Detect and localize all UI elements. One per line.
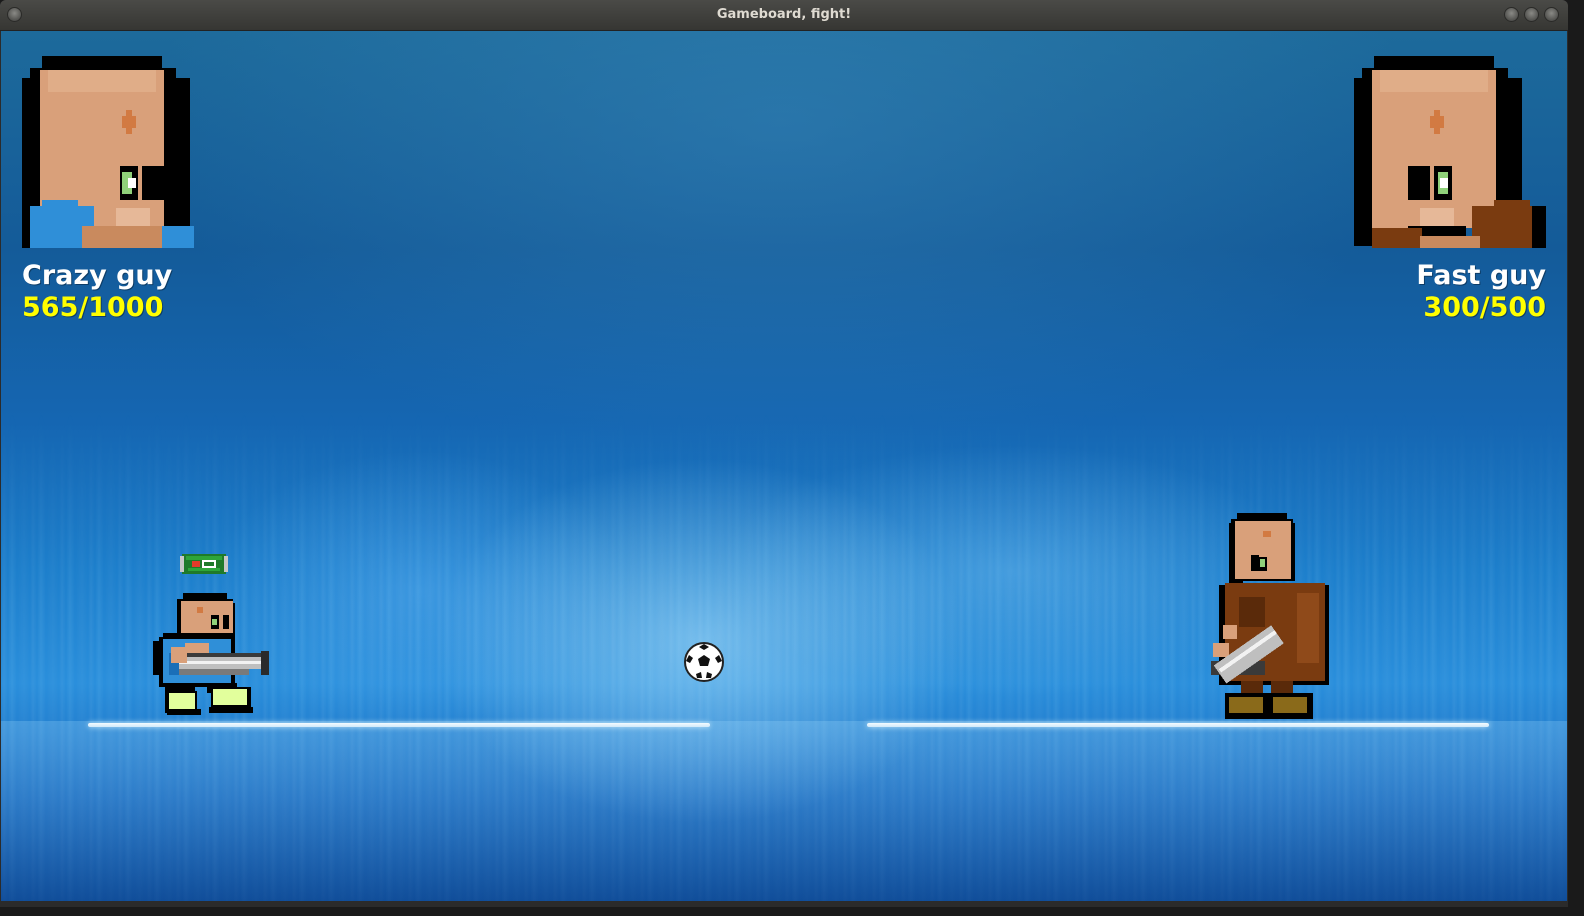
game-window: Gameboard, fight! Crazy guy 565/1000 Fas… [0,0,1568,907]
player2-name: Fast guy [1416,260,1546,291]
player1-character [153,593,269,715]
player1-portrait [22,56,194,248]
soda-can-icon [180,554,228,574]
game-board: Crazy guy 565/1000 Fast guy 300/500 [1,31,1567,901]
left-platform [88,723,710,727]
player2-portrait [1354,56,1546,248]
player2-health: 300/500 [1423,292,1546,323]
maximize-button[interactable] [1524,7,1539,22]
player1-health: 565/1000 [22,292,164,323]
close-button[interactable] [1544,7,1559,22]
floor-reflection [1,721,1567,901]
title-bar: Gameboard, fight! [0,0,1568,31]
window-title: Gameboard, fight! [716,7,852,22]
soccer-ball-icon [684,642,724,682]
minimize-button[interactable] [1504,7,1519,22]
player2-character [1211,513,1329,719]
player1-name: Crazy guy [22,260,173,291]
right-platform [867,723,1489,727]
